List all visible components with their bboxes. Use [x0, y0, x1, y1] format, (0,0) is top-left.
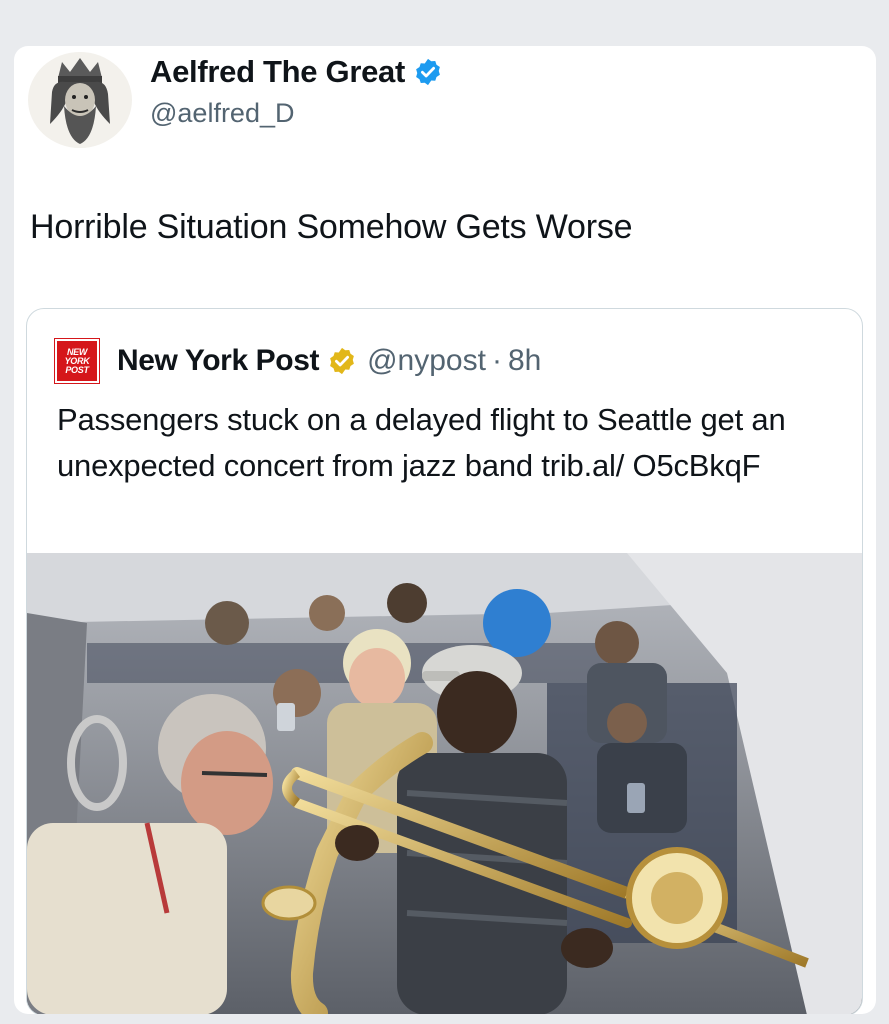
- nypost-logo-icon[interactable]: NEW YORK POST: [55, 339, 99, 383]
- quoted-tweet[interactable]: NEW YORK POST New York Post @nypost · 8h…: [26, 308, 863, 1014]
- quoted-timestamp[interactable]: 8h: [508, 344, 541, 378]
- tweet-card: Aelfred The Great @aelfred_D Horrible Si…: [14, 46, 876, 1014]
- quoted-tweet-text: Passengers stuck on a delayed flight to …: [57, 402, 786, 483]
- author-avatar[interactable]: [28, 52, 132, 148]
- author-name[interactable]: Aelfred The Great: [150, 54, 443, 90]
- nypost-logo-line: POST: [65, 364, 89, 375]
- author-handle[interactable]: @aelfred_D: [150, 98, 294, 129]
- airplane-jazz-band-photo: [27, 553, 862, 1014]
- meta-separator: ·: [491, 344, 502, 377]
- tweet-text: Horrible Situation Somehow Gets Worse: [30, 208, 633, 246]
- quoted-author-name[interactable]: New York Post: [117, 344, 319, 378]
- author-name-text: Aelfred The Great: [150, 54, 406, 89]
- avatar-portrait-icon: [32, 52, 128, 148]
- verified-badge-icon: [413, 57, 443, 87]
- quoted-media-photo[interactable]: [27, 553, 862, 1014]
- gold-verified-badge-icon: [327, 346, 357, 376]
- quoted-tweet-header: NEW YORK POST New York Post @nypost · 8h: [55, 339, 541, 383]
- quoted-author-handle[interactable]: @nypost: [367, 344, 486, 378]
